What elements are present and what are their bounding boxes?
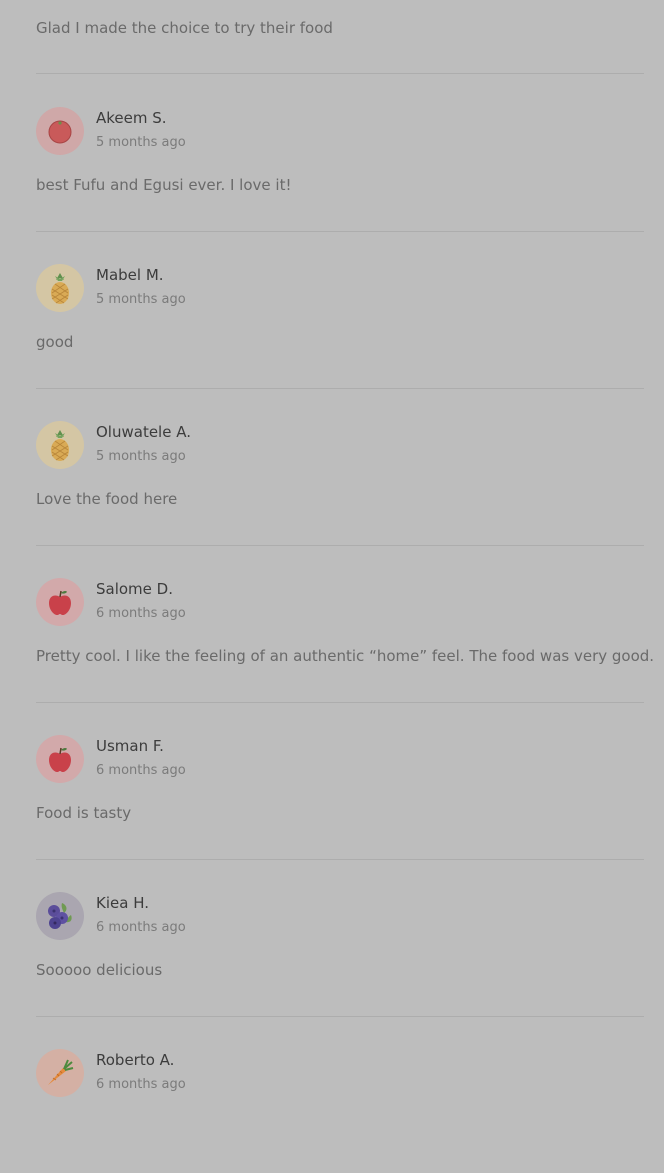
review-item: Roberto A. 6 months ago bbox=[36, 1016, 644, 1173]
avatar bbox=[36, 578, 84, 626]
review-comment: best Fufu and Egusi ever. I love it! bbox=[36, 176, 292, 194]
apple-icon bbox=[46, 745, 74, 773]
review-time: 6 months ago bbox=[96, 606, 186, 621]
avatar bbox=[36, 1049, 84, 1097]
avatar bbox=[36, 735, 84, 783]
review-time: 6 months ago bbox=[96, 1077, 186, 1092]
apple-icon bbox=[46, 588, 74, 616]
review-item: Usman F. 6 months ago Food is tasty bbox=[36, 702, 644, 859]
review-time: 5 months ago bbox=[96, 292, 186, 307]
review-comment: Food is tasty bbox=[36, 804, 132, 822]
review-time: 5 months ago bbox=[96, 449, 186, 464]
review-comment: good bbox=[36, 333, 74, 351]
reviewer-name: Roberto A. bbox=[96, 1051, 175, 1069]
reviewer-name: Kiea H. bbox=[96, 894, 149, 912]
review-item: Oluwatele A. 5 months ago Love the food … bbox=[36, 388, 644, 545]
carrot-icon bbox=[45, 1058, 75, 1088]
review-time: 6 months ago bbox=[96, 920, 186, 935]
reviewer-name: Oluwatele A. bbox=[96, 423, 191, 441]
reviewer-name: Usman F. bbox=[96, 737, 164, 755]
reviewer-name: Salome D. bbox=[96, 580, 173, 598]
avatar bbox=[36, 264, 84, 312]
review-item: Akeem S. 5 months ago best Fufu and Egus… bbox=[36, 74, 644, 231]
review-comment: Pretty cool. I like the feeling of an au… bbox=[36, 647, 655, 665]
review-comment: Love the food here bbox=[36, 490, 178, 508]
review-item: Salome D. 6 months ago Pretty cool. I li… bbox=[36, 545, 654, 702]
pineapple-icon bbox=[46, 271, 74, 305]
review-time: 5 months ago bbox=[96, 135, 186, 150]
avatar bbox=[36, 107, 84, 155]
tomato-icon bbox=[46, 117, 74, 145]
review-item: Kiea H. 6 months ago Sooooo delicious bbox=[36, 859, 644, 1016]
review-time: 6 months ago bbox=[96, 763, 186, 778]
review-comment: Sooooo delicious bbox=[36, 961, 163, 979]
pineapple-icon bbox=[46, 428, 74, 462]
review-item: Mabel M. 5 months ago good bbox=[36, 231, 644, 388]
reviewer-name: Mabel M. bbox=[96, 266, 164, 284]
avatar bbox=[36, 421, 84, 469]
review-comment: Glad I made the choice to try their food bbox=[36, 19, 333, 37]
blueberry-icon bbox=[45, 901, 75, 931]
reviewer-name: Akeem S. bbox=[96, 109, 167, 127]
avatar bbox=[36, 892, 84, 940]
